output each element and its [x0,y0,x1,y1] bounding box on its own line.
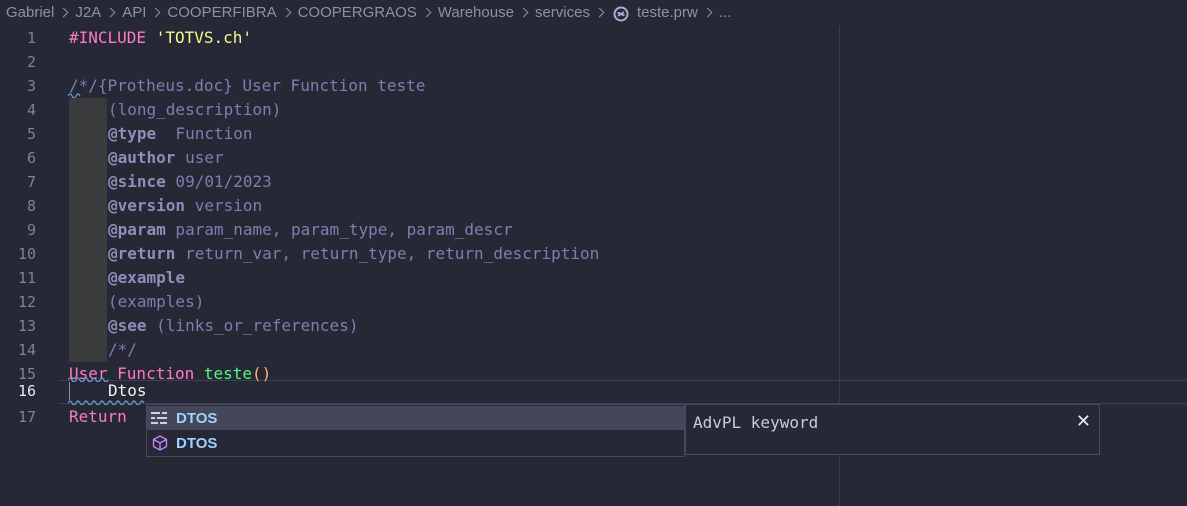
doc-tag: @since [108,172,166,191]
line-number: 12 [17,293,36,311]
keyword-return: Return [69,407,127,426]
doc-tag: @version [108,196,186,215]
doc-comment-text: Function [156,124,253,143]
keyword-icon [151,410,169,426]
close-icon[interactable]: ✕ [1076,411,1091,432]
doc-tag: @author [108,148,176,167]
doc-comment-text: (examples) [108,292,205,311]
line-number: 11 [17,269,36,287]
suggest-detail-text: AdvPL keyword [693,413,819,432]
warning-squiggle [68,377,109,382]
indent-guide-active [69,382,70,400]
line-number: 5 [26,125,36,143]
breadcrumb-file[interactable]: teste.prw [637,4,698,21]
chevron-right-icon [281,7,292,17]
line-number: 3 [26,77,36,95]
line-number-active: 16 [17,382,36,400]
breadcrumb-item[interactable]: COOPERFIBRA [167,4,276,21]
line-number: 4 [26,101,36,119]
doc-tag: @example [108,268,186,287]
doc-tag: @return [108,244,176,263]
chevron-right-icon [421,7,432,17]
line-number: 1 [26,29,36,47]
line-number: 13 [17,317,36,335]
preprocessor-directive: #INCLUDE [69,28,156,47]
doc-comment-text: param_name, param_type, param_descr [165,220,513,239]
doc-comment-text: 09/01/2023 [165,172,272,191]
typed-identifier: Dtos [108,381,147,400]
suggest-details: AdvPL keyword ✕ [685,404,1100,455]
suggest-item[interactable]: DTOS [147,431,684,455]
warning-squiggle [68,93,81,98]
line-number: 17 [17,408,36,426]
suggest-item-label: DTOS [176,409,218,427]
doc-comment-end: /*/ [108,340,137,359]
doc-tag: @see [108,316,147,335]
parentheses: () [252,364,272,383]
doc-tag: @type [108,124,157,143]
doc-comment-text: (long_description) [108,100,282,119]
breadcrumb-item[interactable]: J2A [75,4,101,21]
doc-comment-text: (links_or_references) [146,316,359,335]
advpl-file-icon [613,6,629,21]
line-number: 8 [26,197,36,215]
suggest-item-label: DTOS [176,434,218,452]
function-name: teste [203,364,253,383]
chevron-right-icon [105,7,116,17]
doc-comment-header: /*/{Protheus.doc} User Function teste [69,76,426,95]
doc-comment-text: user [175,148,224,167]
suggest-widget: DTOS DTOS [146,404,685,457]
doc-comment-text: return_var, return_type, return_descript… [175,244,600,263]
breadcrumb-more[interactable]: ... [719,4,732,21]
chevron-right-icon [518,7,529,17]
breadcrumb-item[interactable]: Warehouse [438,4,514,21]
line-number: 7 [26,173,36,191]
line-number: 9 [26,221,36,239]
chevron-right-icon [150,7,161,17]
chevron-right-icon [594,7,605,17]
breadcrumb-item[interactable]: COOPERGRAOS [298,4,417,21]
line-number: 10 [17,245,36,263]
breadcrumb-item[interactable]: API [122,4,146,21]
chevron-right-icon [702,7,713,17]
suggest-item[interactable]: DTOS [147,406,684,430]
breadcrumb-item[interactable]: services [535,4,590,21]
line-number: 6 [26,149,36,167]
breadcrumb-item[interactable]: Gabriel [6,4,54,21]
doc-tag: @param [108,220,166,239]
chevron-right-icon [58,7,69,17]
method-cube-icon [151,435,169,451]
string-literal: 'TOTVS.ch' [155,28,253,47]
breadcrumb: Gabriel J2A API COOPERFIBRA COOPERGRAOS … [0,0,1187,25]
line-number: 2 [26,53,36,71]
doc-comment-text: version [185,196,263,215]
warning-squiggle [68,400,145,405]
indent-guide [69,98,107,362]
line-number: 14 [17,341,36,359]
